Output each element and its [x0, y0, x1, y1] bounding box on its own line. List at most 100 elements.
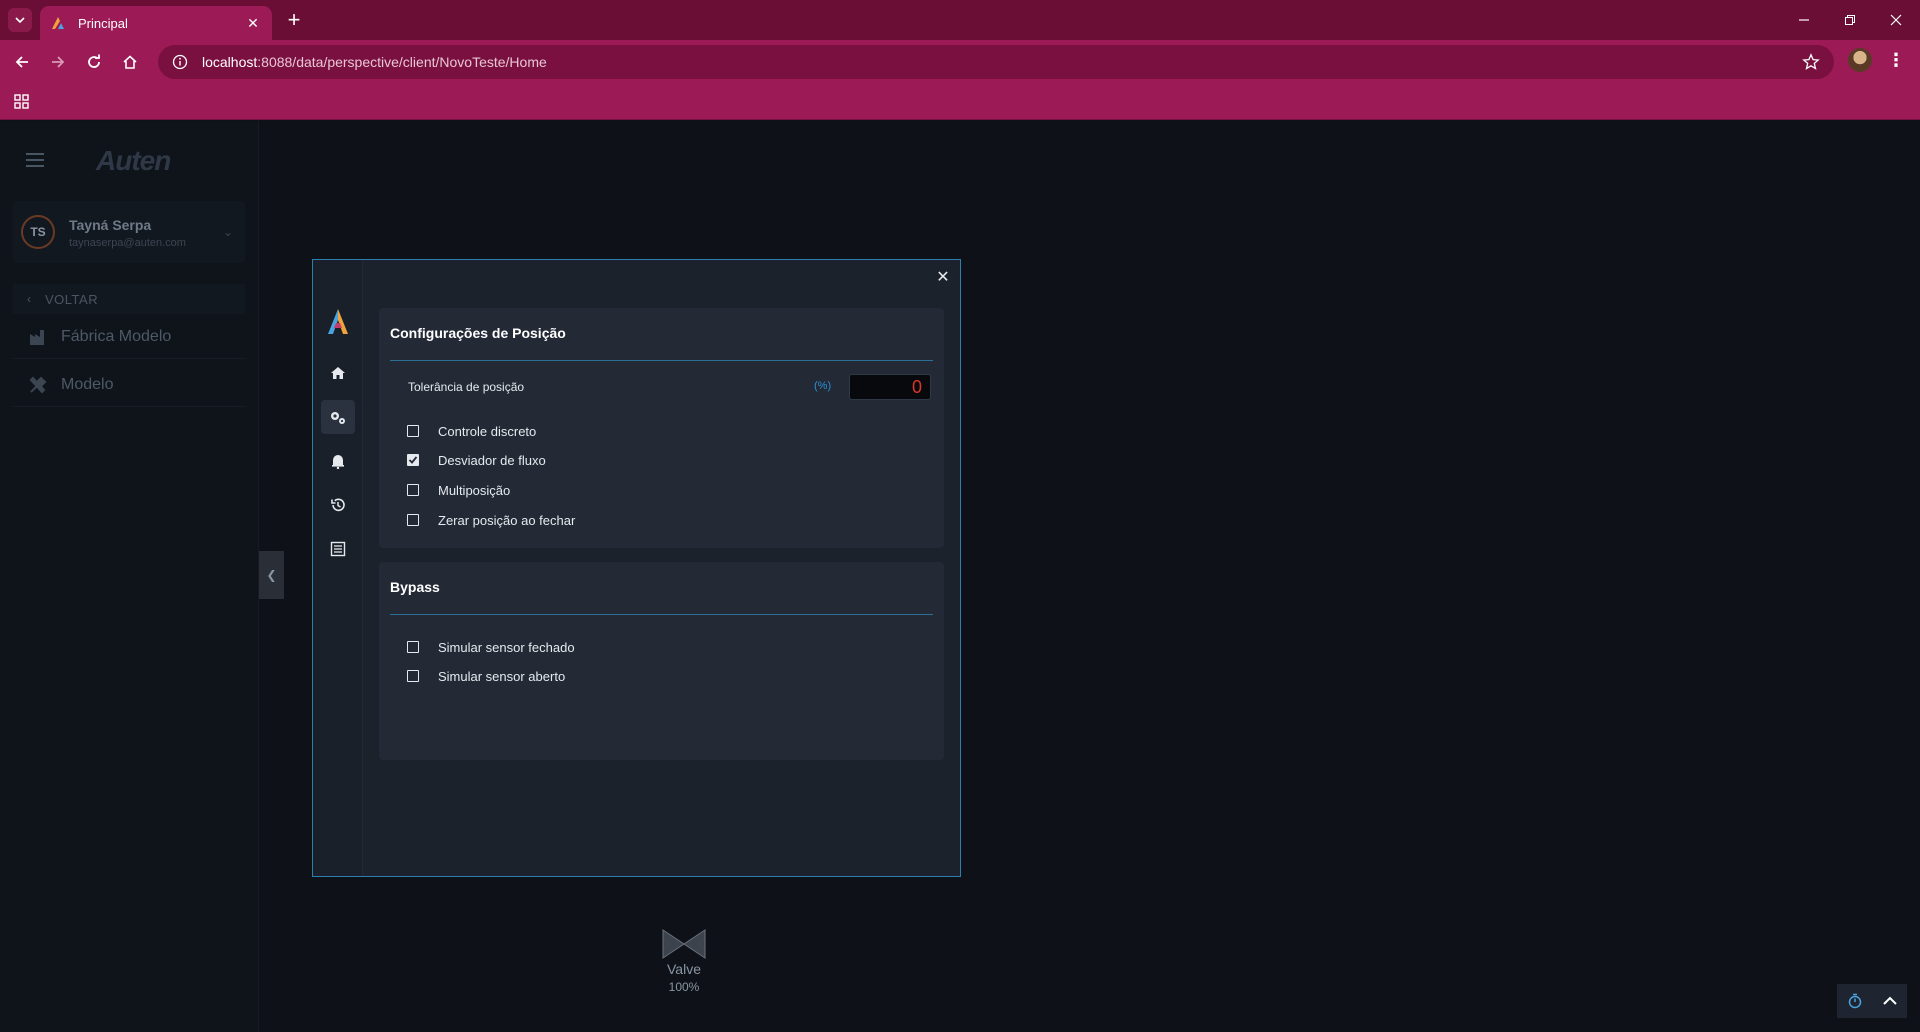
checkbox-box[interactable]	[407, 484, 419, 496]
sidebar-item-label: Modelo	[61, 375, 114, 393]
factory-icon	[30, 329, 44, 345]
chevron-left-icon: ‹	[27, 292, 31, 306]
tolerance-label: Tolerância de posição	[408, 380, 525, 394]
home-button[interactable]	[116, 48, 144, 76]
auten-logo: Auten	[96, 145, 171, 177]
gears-icon	[331, 412, 345, 424]
timer-button[interactable]	[1837, 984, 1872, 1018]
url-host: localhost	[202, 54, 258, 70]
modal-nav-list[interactable]	[321, 532, 355, 566]
hamburger-menu-icon[interactable]	[26, 153, 44, 167]
minimize-icon	[1799, 19, 1809, 21]
checkbox-label: Zerar posição ao fechar	[438, 512, 576, 528]
checkbox-box[interactable]	[407, 425, 419, 437]
card-title: Bypass	[390, 579, 440, 595]
auten-mark-icon	[328, 309, 348, 334]
tools-icon	[29, 376, 47, 393]
modal-nav-settings[interactable]	[321, 400, 355, 434]
checkbox-controle-discreto[interactable]: Controle discreto	[407, 422, 536, 440]
valve-name: Valve	[667, 961, 701, 977]
stopwatch-icon	[1848, 993, 1861, 1009]
back-nav-button[interactable]: ‹ VOLTAR	[13, 284, 245, 314]
checkbox-box[interactable]	[407, 514, 419, 526]
chevron-left-icon: ❮	[266, 568, 277, 582]
chevron-down-icon[interactable]: ⌄	[223, 225, 233, 239]
modal-body: Configurações de Posição Tolerância de p…	[363, 260, 960, 876]
position-settings-card: Configurações de Posição Tolerância de p…	[379, 308, 944, 548]
logo-text: Auten	[96, 145, 171, 176]
sidebar-item-modelo[interactable]: Modelo	[13, 363, 245, 407]
back-label: VOLTAR	[45, 291, 99, 307]
restore-button[interactable]	[1830, 6, 1870, 34]
reload-button[interactable]	[80, 48, 108, 76]
browser-menu-button[interactable]: ⋮	[1884, 48, 1908, 72]
alarm-bell-icon	[332, 455, 344, 469]
collapse-sidebar-button[interactable]: ❮	[259, 551, 284, 599]
modal-nav-home[interactable]	[321, 356, 355, 390]
checkbox-label: Simular sensor fechado	[438, 639, 575, 655]
modal-nav-history[interactable]	[321, 488, 355, 522]
app-viewport: Auten TS Tayná Serpa taynaserpa@auten.co…	[0, 121, 1920, 1032]
home-icon	[331, 367, 345, 379]
address-bar[interactable]: localhost:8088/data/perspective/client/N…	[158, 45, 1834, 79]
checkbox-box[interactable]	[407, 641, 419, 653]
tab-search-button[interactable]	[8, 8, 32, 32]
checkbox-simular-sensor-aberto[interactable]: Simular sensor aberto	[407, 667, 565, 685]
tab-close-icon[interactable]: ✕	[244, 15, 262, 32]
chevron-down-icon	[15, 17, 25, 24]
browser-tab-principal[interactable]: Principal ✕	[40, 6, 272, 40]
checkbox-desviador-de-fluxo[interactable]: Desviador de fluxo	[407, 451, 546, 469]
arrow-left-icon	[15, 56, 28, 68]
checkbox-multiposicao[interactable]: Multiposição	[407, 481, 510, 499]
card-title: Configurações de Posição	[390, 325, 566, 341]
user-avatar: TS	[21, 215, 55, 249]
checkbox-box[interactable]	[407, 670, 419, 682]
card-divider	[390, 360, 933, 361]
bookmarks-bar	[0, 84, 1920, 120]
checkbox-label: Simular sensor aberto	[438, 668, 566, 684]
bypass-card: Bypass Simular sensor fechado Simular se…	[379, 562, 944, 760]
user-card[interactable]: TS Tayná Serpa taynaserpa@auten.com ⌄	[13, 201, 245, 263]
tolerance-input[interactable]: 0	[849, 374, 931, 400]
close-window-button[interactable]	[1876, 6, 1916, 34]
reload-icon	[88, 54, 100, 68]
site-info-icon[interactable]	[172, 54, 188, 70]
expand-up-button[interactable]	[1872, 984, 1907, 1018]
check-icon	[408, 456, 418, 464]
browser-toolbar: localhost:8088/data/perspective/client/N…	[0, 40, 1920, 84]
valve-symbol-icon[interactable]	[662, 929, 706, 959]
checkbox-label: Multiposição	[438, 482, 511, 498]
home-icon	[123, 55, 137, 69]
bookmark-star-icon[interactable]	[1802, 53, 1820, 71]
modal-nav-alarms[interactable]	[321, 444, 355, 478]
sidebar-item-label: Fábrica Modelo	[61, 327, 172, 345]
new-tab-button[interactable]: +	[282, 7, 306, 32]
user-email: taynaserpa@auten.com	[69, 237, 186, 249]
close-icon: ✕	[936, 269, 950, 286]
modal-nav-rail	[313, 260, 363, 876]
forward-button[interactable]	[44, 48, 72, 76]
restore-icon	[1845, 15, 1855, 25]
url-path: :8088/data/perspective/client/NovoTeste/…	[257, 54, 547, 70]
checkbox-zerar-posicao[interactable]: Zerar posição ao fechar	[407, 511, 575, 529]
list-icon	[330, 541, 346, 557]
tolerance-unit: (%)	[814, 380, 832, 392]
checkbox-label: Controle discreto	[438, 423, 537, 439]
history-icon	[331, 498, 345, 512]
apps-grid-icon[interactable]	[12, 92, 32, 112]
back-button[interactable]	[8, 48, 36, 76]
browser-titlebar: Principal ✕ +	[0, 0, 1920, 40]
valve-config-modal: Configurações de Posição Tolerância de p…	[312, 259, 961, 877]
user-name: Tayná Serpa	[69, 217, 152, 233]
url-text: localhost:8088/data/perspective/client/N…	[202, 54, 547, 70]
valve-percent: 100%	[668, 980, 700, 994]
profile-avatar[interactable]	[1848, 48, 1872, 72]
bottom-right-controls	[1837, 984, 1907, 1018]
checkbox-box[interactable]	[407, 454, 419, 466]
sidebar-item-fabrica-modelo[interactable]: Fábrica Modelo	[13, 315, 245, 359]
tab-title: Principal	[78, 15, 128, 31]
minimize-button[interactable]	[1784, 6, 1824, 34]
sidebar: Auten TS Tayná Serpa taynaserpa@auten.co…	[0, 121, 259, 1032]
checkbox-simular-sensor-fechado[interactable]: Simular sensor fechado	[407, 638, 575, 656]
modal-close-button[interactable]: ✕	[934, 268, 952, 286]
